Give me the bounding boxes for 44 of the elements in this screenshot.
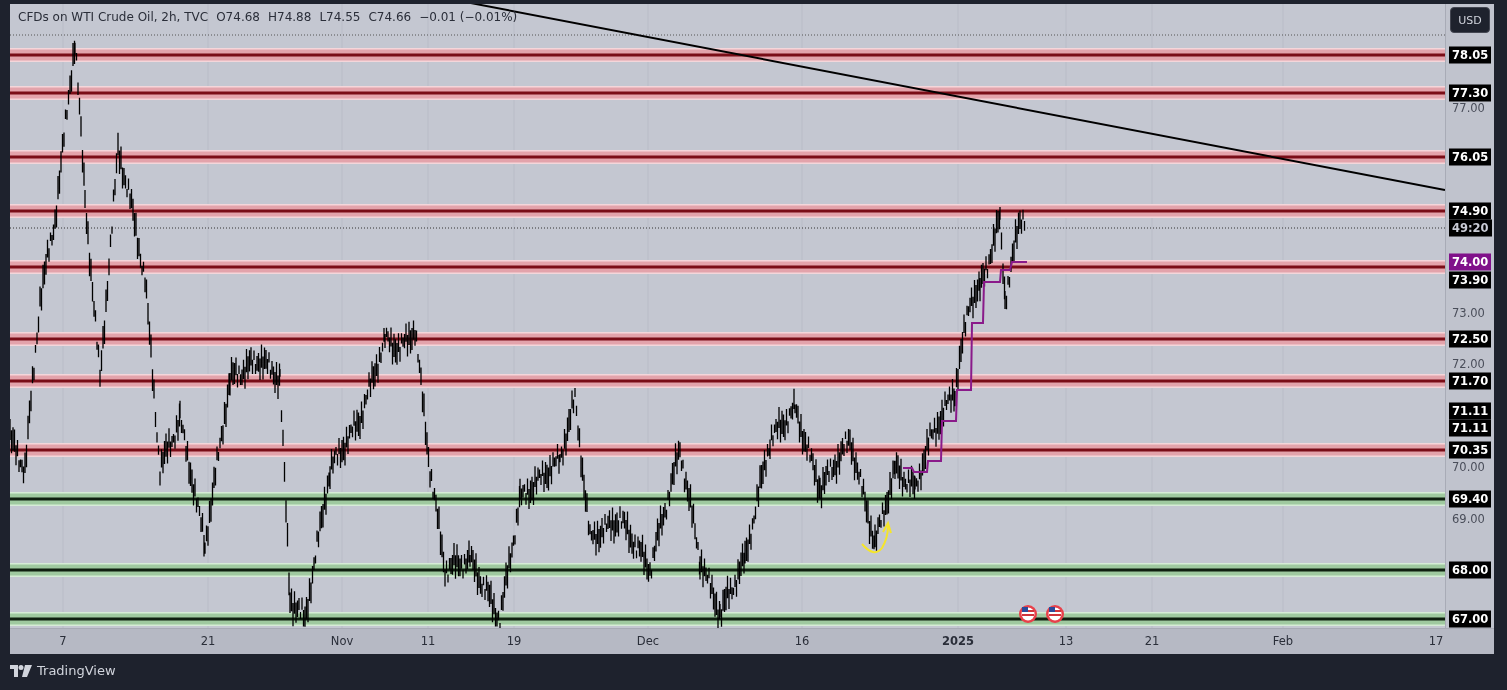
price-label: 78.05 [1449, 46, 1492, 64]
symbol-title: CFDs on WTI Crude Oil, 2h, TVC [18, 10, 209, 24]
price-label: 73.90 [1449, 271, 1492, 289]
time-tick-label: 2025 [942, 634, 974, 648]
time-tick-label: Nov [330, 634, 354, 648]
price-label: 74.90 [1449, 202, 1492, 220]
high-value: H74.88 [268, 10, 312, 24]
price-tick-label: 69.00 [1451, 510, 1486, 528]
time-tick-label: 7 [59, 634, 67, 648]
us-flag-icon[interactable] [1046, 605, 1064, 623]
time-tick-label: 19 [506, 634, 522, 648]
price-label: 67.00 [1449, 610, 1492, 628]
time-tick-label: Feb [1272, 634, 1294, 648]
price-label: 70.35 [1449, 441, 1492, 459]
us-flag-icon[interactable] [1019, 605, 1037, 623]
logo-icon [10, 664, 32, 677]
time-tick-label: Dec [636, 634, 660, 648]
price-label: 71.11 [1449, 419, 1492, 437]
time-tick-label: 16 [794, 634, 810, 648]
price-label: 71.11 [1449, 402, 1492, 420]
price-tick-label: 77.00 [1451, 99, 1486, 117]
low-value: L74.55 [319, 10, 361, 24]
countdown-label: 49:20 [1449, 219, 1492, 237]
price-label: 71.70 [1449, 372, 1492, 390]
price-label: 69.40 [1449, 490, 1492, 508]
change-value: −0.01 (−0.01%) [419, 10, 518, 24]
price-tick-label: 73.00 [1451, 304, 1486, 322]
price-label: 68.00 [1449, 561, 1492, 579]
price-label: 77.30 [1449, 84, 1492, 102]
brand-name: TradingView [37, 663, 116, 678]
price-tick-label: 72.00 [1451, 355, 1486, 373]
currency-button[interactable]: USD [1450, 7, 1490, 33]
time-tick-label: 21 [200, 634, 216, 648]
line-price-label: 74.00 [1449, 253, 1492, 271]
curved-arrow-icon [861, 520, 892, 554]
close-value: C74.66 [368, 10, 412, 24]
price-label: 76.05 [1449, 148, 1492, 166]
time-tick-label: 17 [1428, 634, 1444, 648]
open-value: O74.68 [216, 10, 260, 24]
time-tick-label: 21 [1144, 634, 1160, 648]
price-tick-label: 70.00 [1451, 458, 1486, 476]
price-label: 72.50 [1449, 330, 1492, 348]
time-tick-label: 13 [1058, 634, 1074, 648]
time-tick-label: 11 [420, 634, 436, 648]
